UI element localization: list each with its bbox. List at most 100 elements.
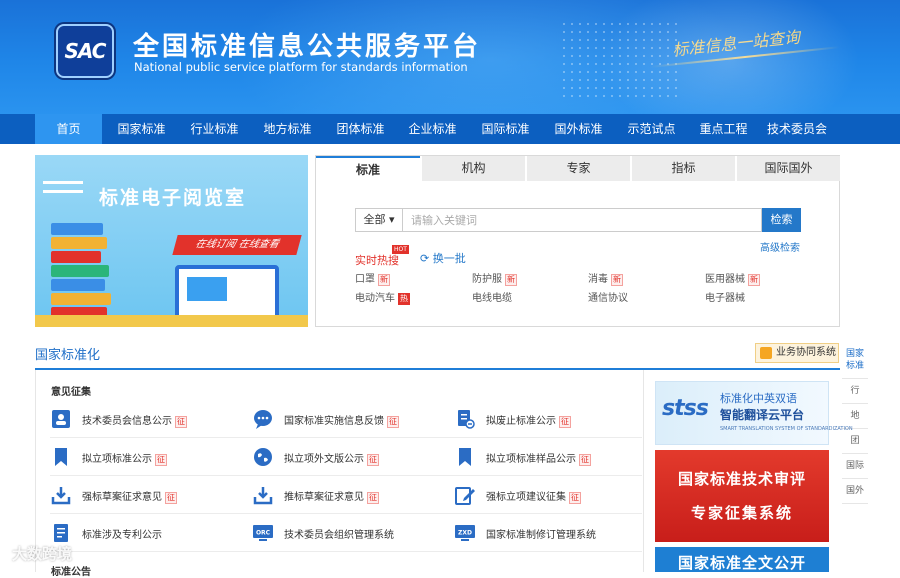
- decorative-dots: [560, 20, 680, 100]
- ad-line: 智能翻译云平台: [720, 408, 805, 422]
- side-tab-international[interactable]: 国际: [842, 454, 868, 479]
- nav-item-group[interactable]: 团体标准: [328, 114, 393, 144]
- tab-experts[interactable]: 专家: [526, 156, 630, 181]
- section-title: 国家标准化: [35, 348, 101, 363]
- row-divider: [50, 513, 642, 514]
- nav-item-tech-committee[interactable]: 技术委员会: [763, 114, 831, 144]
- advanced-search-link[interactable]: 高级检索: [760, 239, 800, 254]
- fulltext-ad[interactable]: 国家标准全文公开: [655, 547, 829, 572]
- tab-indicators[interactable]: 指标: [631, 156, 735, 181]
- scope-value: 全部: [363, 213, 386, 226]
- promo-title: 标准电子阅览室: [99, 187, 247, 209]
- search-panel: 标准 机构 专家 指标 国际国外 全部 ▾ 检索 高级检索 实时热搜 HOT ⟳…: [315, 155, 840, 327]
- ad-line: SMART TRANSLATION SYSTEM OF STANDARDIZAT…: [720, 426, 853, 432]
- tab-standards[interactable]: 标准: [316, 156, 420, 181]
- carousel-dot[interactable]: [211, 302, 217, 308]
- translation-platform-ad[interactable]: stss 标准化中英双语 智能翻译云平台 SMART TRANSLATION S…: [655, 381, 853, 445]
- chevron-down-icon: ▾: [388, 213, 395, 226]
- collab-label: 业务协同系统: [776, 347, 836, 358]
- collect-tag: 征: [367, 454, 379, 466]
- site-subtitle: National public service platform for sta…: [134, 60, 468, 74]
- nav-item-international[interactable]: 国际标准: [473, 114, 538, 144]
- patent-document-icon: [54, 524, 68, 542]
- download-tray-icon: [51, 487, 71, 505]
- side-tab-foreign[interactable]: 国外: [842, 479, 868, 504]
- decorative-stripes: [43, 181, 83, 193]
- collect-tag: 征: [155, 454, 167, 466]
- sac-logo[interactable]: SAC: [56, 24, 114, 78]
- hot-badge: HOT: [392, 245, 409, 254]
- keyword-link[interactable]: 医用器械新: [705, 270, 760, 286]
- search-scope-select[interactable]: 全部 ▾: [355, 208, 402, 232]
- desk-illustration: [35, 315, 308, 327]
- stss-logo: stss: [662, 396, 709, 421]
- keyword-link[interactable]: 通信协议: [588, 289, 628, 304]
- reading-room-banner[interactable]: 标准电子阅览室 在线订阅 在线查看: [35, 155, 308, 327]
- carousel-dots: [187, 293, 223, 312]
- hot-search-label: 实时热搜: [355, 254, 399, 267]
- keyword-link[interactable]: 电线电缆: [472, 289, 512, 304]
- search-input[interactable]: [402, 208, 762, 232]
- nav-item-key-projects[interactable]: 重点工程: [691, 114, 756, 144]
- collect-tag: 征: [367, 492, 379, 504]
- side-tabs: 国家标准 行 地 团 国际 国外: [842, 342, 868, 504]
- keyword-link[interactable]: 电动汽车热: [355, 289, 410, 305]
- books-illustration: [51, 223, 111, 321]
- nav-item-home[interactable]: 首页: [35, 114, 102, 144]
- main-nav: 首页 国家标准 行业标准 地方标准 团体标准 企业标准 国际标准 国外标准 示范…: [0, 114, 900, 144]
- opinion-list: 意见征集 技术委员会信息公示征 国家标准实施信息反馈征 拟废止标准公示征 拟立项…: [35, 370, 644, 578]
- carousel-dot[interactable]: [187, 302, 193, 308]
- keyword-link[interactable]: 口罩新: [355, 270, 390, 286]
- nav-item-industry[interactable]: 行业标准: [182, 114, 247, 144]
- header-banner: SAC 全国标准信息公共服务平台 National public service…: [0, 0, 900, 114]
- side-tab-group[interactable]: 团: [842, 429, 868, 454]
- ad-line: 国家标准全文公开: [677, 554, 806, 572]
- expert-review-ad[interactable]: 国家标准技术审评 专家征集系统: [655, 450, 829, 542]
- flag-icon: [760, 347, 772, 359]
- tab-international[interactable]: 国际国外: [736, 156, 840, 181]
- nav-item-national[interactable]: 国家标准: [109, 114, 174, 144]
- nav-item-enterprise[interactable]: 企业标准: [400, 114, 465, 144]
- bookmark-icon: [55, 448, 67, 466]
- site-title: 全国标准信息公共服务平台: [133, 32, 482, 62]
- keyword-link[interactable]: 防护服新: [472, 270, 517, 286]
- collect-tag: 征: [387, 416, 399, 428]
- new-badge: 新: [378, 274, 390, 286]
- refresh-link[interactable]: ⟳ 换一批: [420, 250, 466, 266]
- tab-institutions[interactable]: 机构: [421, 156, 525, 181]
- search-button[interactable]: 检索: [762, 208, 801, 232]
- row-divider: [50, 551, 642, 552]
- new-badge: 新: [748, 274, 760, 286]
- collab-system-button[interactable]: 业务协同系统: [755, 343, 839, 363]
- collect-tag: 征: [579, 454, 591, 466]
- side-tab-national[interactable]: 国家标准: [842, 342, 868, 379]
- slogan-underline: [650, 46, 840, 68]
- promo-ribbon: 在线订阅 在线查看: [172, 235, 302, 255]
- nav-item-foreign[interactable]: 国外标准: [546, 114, 611, 144]
- side-tab-industry[interactable]: 行: [842, 379, 868, 404]
- download-tray-icon: [253, 487, 273, 505]
- keyword-link[interactable]: 电子器械: [705, 289, 745, 304]
- abolish-document-icon: [458, 410, 475, 429]
- svg-text:ZXD: ZXD: [458, 530, 472, 537]
- nav-item-local[interactable]: 地方标准: [255, 114, 320, 144]
- orc-monitor-icon: ORC: [253, 525, 273, 541]
- list-heading: 意见征集: [51, 387, 91, 398]
- collect-tag: 征: [569, 492, 581, 504]
- watermark: 大数跨境: [12, 545, 73, 563]
- carousel-dot[interactable]: [199, 302, 205, 308]
- refresh-label: 换一批: [432, 252, 466, 265]
- new-badge: 新: [611, 274, 623, 286]
- ad-line: 国家标准技术审评: [677, 470, 806, 488]
- nav-item-pilot[interactable]: 示范试点: [619, 114, 684, 144]
- globe-icon: [254, 448, 272, 466]
- committee-info-icon: [52, 410, 70, 428]
- slogan: 标准信息一站查询: [671, 27, 801, 60]
- ad-line: 标准化中英双语: [720, 392, 797, 405]
- row-divider: [50, 475, 642, 476]
- row-divider: [50, 437, 642, 438]
- bookmark-icon: [459, 448, 471, 466]
- svg-text:ORC: ORC: [256, 530, 271, 537]
- new-badge: 新: [505, 274, 517, 286]
- keyword-link[interactable]: 消毒新: [588, 270, 623, 286]
